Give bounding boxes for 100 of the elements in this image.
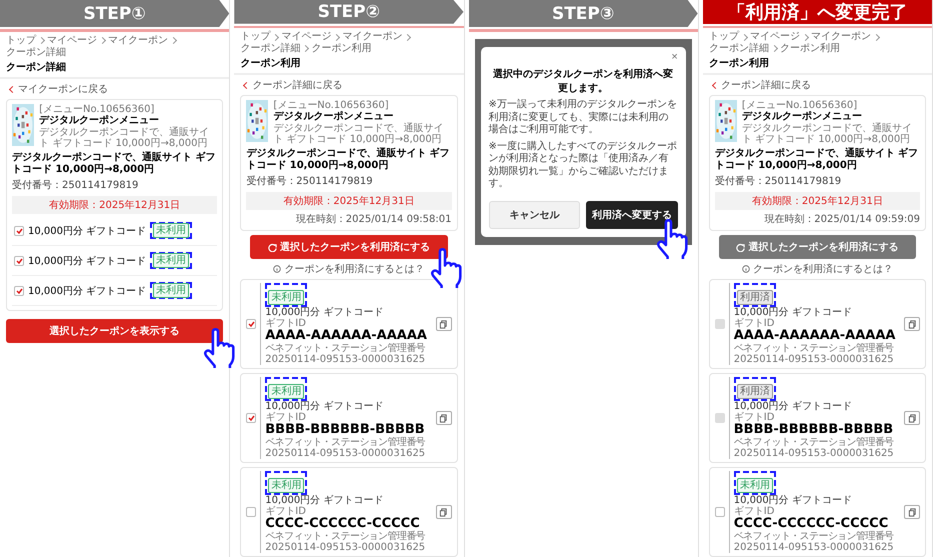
management-number: 20250114-095153-0000031625 (734, 354, 894, 366)
submit-button[interactable]: 選択したクーポンを利用済にする (250, 235, 448, 260)
help-link[interactable]: クーポンを利用済にするとは？ (742, 262, 893, 276)
breadcrumb-link[interactable]: クーポン利用 (780, 42, 840, 54)
gift-code: BBBB-BBBBBB-BBBBB (265, 422, 425, 437)
breadcrumb-link[interactable]: トップ (240, 31, 270, 43)
expiry-date: 有効期限：2025年12月31日 (246, 192, 452, 210)
copy-button[interactable] (904, 505, 920, 520)
checkbox[interactable] (246, 319, 256, 330)
expiry-date: 有効期限：2025年12月31日 (714, 192, 920, 210)
status-badge: 未利用 (268, 384, 304, 400)
coupon-label: 10,000円分 ギフトコード (265, 306, 384, 318)
management-number: 20250114-095153-0000031625 (265, 542, 426, 553)
cancel-button[interactable]: キャンセル (488, 200, 580, 228)
breadcrumb-link[interactable]: マイクーポン (810, 31, 871, 43)
dialog-title: 選択中のデジタルクーポンを利用済へ変更します。 (492, 67, 674, 95)
status-badge: 未利用 (153, 283, 190, 298)
step-banner: STEP② (234, 0, 464, 24)
breadcrumb-link[interactable]: マイクーポン (342, 31, 402, 43)
gift-id-label: ギフトID (265, 412, 306, 423)
coupon-label: 10,000円分 ギフトコード (734, 400, 852, 412)
breadcrumb-link[interactable]: クーポン詳細 (6, 46, 66, 58)
copy-button[interactable] (436, 505, 452, 520)
gift-id-label: ギフトID (734, 318, 774, 329)
step-banner: STEP① (0, 0, 230, 27)
refresh-icon (736, 242, 746, 252)
breadcrumb-link[interactable]: マイクーポン (108, 35, 168, 46)
info-icon (273, 265, 282, 274)
management-label: ベネフィット・ステーション管理番号 (734, 437, 894, 448)
gift-code: CCCC-CCCCCC-CCCCC (265, 516, 420, 531)
checkbox[interactable] (714, 507, 725, 518)
gift-code: AAAA-AAAAAA-AAAAA (734, 328, 896, 343)
gift-code: AAAA-AAAAAA-AAAAA (265, 328, 427, 343)
receipt-number: 受付番号：250114179819 (714, 174, 842, 188)
status-badge: 未利用 (736, 478, 773, 494)
coupon-label: 10,000円分 ギフトコード (734, 306, 852, 318)
current-time: 現在時刻：2025/01/14 09:59:09 (763, 212, 920, 226)
menu-name: デジタルクーポンメニュー (39, 115, 160, 127)
step-banner: STEP③ (468, 0, 698, 27)
submit-button[interactable]: 選択したクーポンを表示する (6, 319, 224, 343)
back-link[interactable]: マイクーポンに戻る (0, 79, 230, 99)
gift-id-label: ギフトID (265, 318, 306, 329)
back-link[interactable]: クーポン詳細に戻る (702, 75, 932, 96)
management-number: 20250114-095153-0000031625 (265, 354, 426, 366)
gift-id-label: ギフトID (734, 506, 774, 517)
status-badge: 未利用 (153, 253, 190, 268)
breadcrumb-link[interactable]: トップ (708, 31, 739, 43)
back-link[interactable]: クーポン詳細に戻る (234, 75, 464, 96)
step-banner: 「利用済」へ変更完了 (702, 0, 932, 24)
copy-button[interactable] (436, 411, 452, 426)
copy-button[interactable] (904, 317, 920, 332)
item-label: 10,000円分 ギフトコード (28, 254, 146, 268)
copy-icon (908, 320, 916, 329)
copy-icon (908, 414, 916, 423)
breadcrumb-link[interactable]: トップ (6, 35, 36, 46)
product-title: デジタルクーポンコードで、通販サイト ギフトコード 10,000円→8,000円 (714, 148, 920, 172)
page-title: クーポン利用 (234, 54, 464, 76)
breadcrumb-link[interactable]: クーポン詳細 (708, 42, 769, 54)
gift-id-label: ギフトID (734, 412, 774, 423)
management-label: ベネフィット・ステーション管理番号 (265, 437, 426, 448)
checkbox[interactable] (14, 226, 24, 236)
confirm-button[interactable]: 利用済へ変更する (586, 200, 678, 228)
coupon-label: 10,000円分 ギフトコード (734, 494, 852, 506)
copy-icon (439, 320, 448, 329)
management-label: ベネフィット・ステーション管理番号 (265, 343, 426, 354)
gift-code: BBBB-BBBBBB-BBBBB (734, 422, 894, 437)
help-link[interactable]: クーポンを利用済にするとは？ (273, 262, 424, 276)
menu-description: デジタルクーポンコードで、通販サイト ギフトコード 10,000円→8,000円 (39, 127, 210, 149)
item-label: 10,000円分 ギフトコード (28, 284, 146, 298)
checkbox[interactable] (246, 413, 256, 424)
breadcrumb-link[interactable]: クーポン利用 (311, 42, 372, 54)
copy-button[interactable] (436, 317, 452, 332)
breadcrumb-link[interactable]: クーポン詳細 (240, 42, 300, 54)
receipt-number: 受付番号：250114179819 (246, 174, 374, 188)
menu-description: デジタルクーポンコードで、通販サイト ギフトコード 10,000円→8,000円 (273, 123, 444, 146)
page-title: クーポン利用 (702, 54, 932, 76)
management-number: 20250114-095153-0000031625 (734, 448, 894, 460)
dialog-text: ※一度に購入したすべてのデジタルクーポンが利用済となった際は「使用済み／有効期限切れ一覧」からご確認いただけます。 (488, 140, 678, 190)
gift-id-label: ギフトID (265, 506, 306, 517)
management-label: ベネフィット・ステーション管理番号 (734, 531, 894, 542)
copy-button[interactable] (904, 411, 920, 426)
item-label: 10,000円分 ギフトコード (28, 224, 146, 238)
menu-name: デジタルクーポンメニュー (742, 111, 863, 123)
close-button[interactable]: × (671, 51, 678, 63)
management-number: 20250114-095153-0000031625 (734, 542, 894, 553)
checkbox[interactable] (14, 286, 24, 296)
breadcrumb-link[interactable]: マイページ (281, 31, 332, 43)
status-badge: 利用済 (736, 384, 773, 400)
checkbox[interactable] (246, 507, 256, 518)
breadcrumb-link[interactable]: マイページ (47, 35, 97, 46)
breadcrumb-link[interactable]: マイページ (750, 31, 800, 43)
coupon-label: 10,000円分 ギフトコード (265, 400, 384, 412)
page-title: クーポン詳細 (0, 58, 230, 79)
checkbox[interactable] (14, 256, 24, 266)
info-icon (742, 265, 750, 274)
coupon-label: 10,000円分 ギフトコード (265, 494, 384, 506)
menu-number: [メニューNo.10656360] (742, 100, 858, 112)
menu-name: デジタルクーポンメニュー (273, 111, 394, 123)
copy-icon (439, 414, 448, 423)
menu-number: [メニューNo.10656360] (39, 104, 156, 115)
